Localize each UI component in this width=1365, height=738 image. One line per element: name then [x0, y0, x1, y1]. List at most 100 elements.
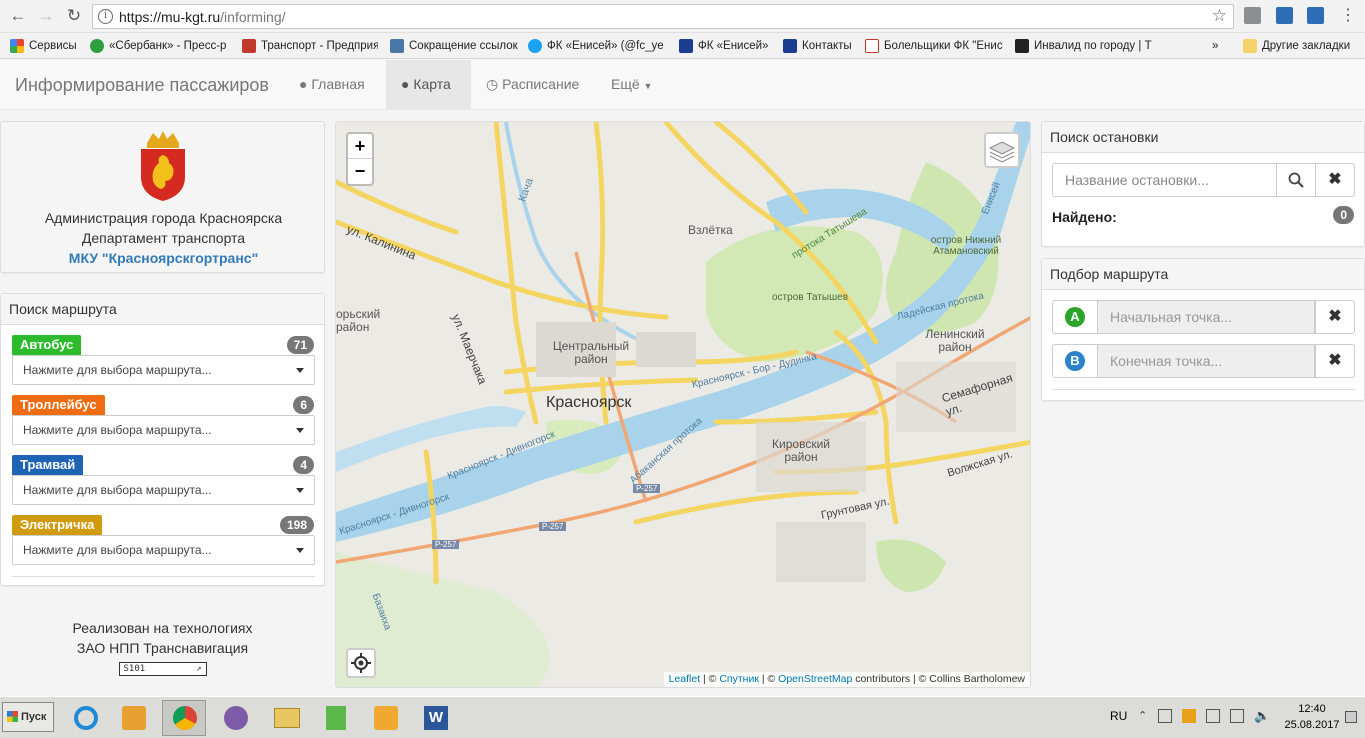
nav-map[interactable]: ● Карта [386, 60, 471, 109]
transport-icon [242, 39, 256, 53]
tray-app-icon[interactable] [1182, 709, 1196, 723]
network-icon[interactable] [1230, 709, 1244, 723]
start-button[interactable]: Пуск [2, 702, 54, 732]
end-clear-button[interactable]: ✖ [1315, 344, 1355, 378]
point-b-icon: B [1065, 351, 1085, 371]
road-badge-r257: Р-257 [633, 484, 661, 493]
extension-icon[interactable] [1244, 7, 1261, 24]
bus-route-select[interactable]: Нажмите для выбора маршрута... [12, 355, 315, 385]
media-player-icon[interactable] [112, 700, 156, 736]
sberbank-icon [90, 39, 104, 53]
network-app-icon[interactable] [314, 700, 358, 736]
chrome-icon[interactable] [162, 700, 206, 736]
viber-icon[interactable] [214, 700, 258, 736]
leaflet-link[interactable]: Leaflet [669, 673, 701, 685]
s101-logo[interactable]: S101 ↗ [118, 662, 207, 676]
route-pick-panel: Подбор маршрута A Начальная точка... ✖ B… [1041, 258, 1365, 401]
tram-route-select[interactable]: Нажмите для выбора маршрута... [12, 475, 315, 505]
map-label-district-west: орьский район [336, 307, 381, 334]
sputnik-link[interactable]: Спутник [719, 673, 759, 685]
stop-search-button[interactable] [1276, 163, 1316, 197]
tray-expand-icon[interactable]: ⌃ [1138, 709, 1147, 722]
back-arrow-icon[interactable]: ← [8, 6, 28, 26]
nav-schedule[interactable]: ◷ Расписание [471, 60, 594, 109]
bookmark-sberbank[interactable]: «Сбербанк» - Пресс-р [90, 38, 228, 54]
zoom-out-button[interactable]: − [348, 159, 372, 184]
close-icon: ✖ [1328, 308, 1342, 325]
end-point-icon-box: B [1052, 344, 1098, 378]
ie-icon[interactable] [64, 700, 108, 736]
bookmark-other[interactable]: Другие закладки [1243, 38, 1358, 54]
bookmark-fc-enisey[interactable]: ФК «Енисей» [679, 38, 771, 54]
bookmark-extension-icon[interactable] [1307, 7, 1324, 24]
reload-icon[interactable]: ↻ [64, 6, 84, 26]
caret-down-icon: ▼ [643, 81, 653, 91]
outlook-icon[interactable] [364, 700, 408, 736]
vk-icon [390, 39, 404, 53]
map-tiles [336, 122, 1030, 687]
folder-icon [1243, 39, 1257, 53]
map-label-vzletka: Взлётка [688, 223, 733, 237]
bookmark-invalid[interactable]: Инвалид по городу | Т [1015, 38, 1155, 54]
invalid-site-icon [1015, 39, 1029, 53]
flag-icon[interactable] [1158, 709, 1172, 723]
map[interactable]: ул. Калинина ул. Маерчака Кача Взлётка п… [335, 121, 1031, 688]
bookmark-twitter[interactable]: ФК «Енисей» (@fc_ye [528, 38, 668, 54]
bookmark-services[interactable]: Сервисы [10, 38, 82, 54]
crosshair-icon [351, 653, 371, 673]
map-label-ostrov-tatyshev: остров Татышев [772, 292, 849, 303]
admin-mku-link[interactable]: МКУ "Красноярскгортранс" [1, 248, 326, 268]
bookmark-vk[interactable]: Сокращение ссылок [390, 38, 518, 54]
stop-clear-button[interactable]: ✖ [1315, 163, 1355, 197]
forward-arrow-icon[interactable]: → [36, 6, 56, 26]
zoom-in-button[interactable]: + [348, 134, 372, 159]
train-route-select[interactable]: Нажмите для выбора маршрута... [12, 535, 315, 565]
nav-more[interactable]: Ещё ▼ [596, 60, 667, 109]
start-clear-button[interactable]: ✖ [1315, 300, 1355, 334]
language-indicator[interactable]: RU [1110, 709, 1127, 723]
info-icon[interactable]: i [98, 9, 113, 24]
usb-icon[interactable] [1206, 709, 1220, 723]
divider [12, 576, 315, 577]
bookmark-star-icon[interactable]: ☆ [1212, 6, 1227, 26]
bookmark-fans[interactable]: Болельщики ФК "Енис [865, 38, 1005, 54]
map-marker-icon: ● [401, 76, 410, 92]
show-desktop-icon[interactable] [1345, 711, 1357, 723]
tram-label: Трамвай [12, 455, 84, 475]
technology-line1: Реализован на технологиях [72, 620, 253, 636]
windows-taskbar: Пуск W RU ⌃ 🔈 12:40 25.08.2017 [0, 696, 1365, 738]
kn-icon [865, 39, 879, 53]
technology-line2: ЗАО НПП Транснавигация [76, 640, 249, 656]
administration-panel: Администрация города Красноярска Департа… [0, 121, 325, 273]
download-extension-icon[interactable] [1276, 7, 1293, 24]
trolleybus-route-select[interactable]: Нажмите для выбора маршрута... [12, 415, 315, 445]
explorer-icon[interactable] [264, 700, 308, 736]
point-a-icon: A [1065, 307, 1085, 327]
start-point-input[interactable]: Начальная точка... [1097, 300, 1315, 334]
word-icon[interactable]: W [414, 700, 458, 736]
map-label-kirovsky: Кировский район [772, 437, 830, 464]
osm-link[interactable]: OpenStreetMap [778, 673, 852, 685]
bookmark-transport[interactable]: Транспорт - Предприя [242, 38, 378, 54]
map-label-krasnoyarsk: Красноярск [546, 394, 632, 411]
fc-enisey-icon [679, 39, 693, 53]
route-pick-title: Подбор маршрута [1042, 259, 1364, 290]
menu-dots-icon[interactable]: ⋮ [1338, 6, 1358, 26]
end-point-input[interactable]: Конечная точка... [1097, 344, 1315, 378]
technology-note: Реализован на технологиях ЗАО НПП Трансн… [0, 618, 325, 676]
locate-me-button[interactable] [346, 648, 376, 678]
clock[interactable]: 12:40 25.08.2017 [1284, 701, 1340, 733]
volume-icon[interactable]: 🔈 [1254, 708, 1270, 724]
route-search-panel: Поиск маршрута Автобус 71 Нажмите для вы… [0, 293, 325, 586]
bookmark-contacts[interactable]: Контакты [783, 38, 855, 54]
stop-name-input[interactable]: Название остановки... [1052, 163, 1277, 197]
address-bar[interactable]: i https://mu-kgt.ru/informing/ ☆ [92, 4, 1234, 29]
app-brand[interactable]: Информирование пассажиров [15, 75, 269, 96]
layers-button[interactable] [984, 132, 1020, 168]
globe-icon: ● [299, 76, 308, 92]
bookmarks-bar: Сервисы «Сбербанк» - Пресс-р Транспорт -… [0, 33, 1365, 59]
caret-down-icon [296, 368, 304, 373]
nav-home[interactable]: ● Главная [284, 60, 380, 109]
bookmarks-more[interactable]: » [1212, 38, 1226, 54]
route-search-title: Поиск маршрута [1, 294, 324, 325]
